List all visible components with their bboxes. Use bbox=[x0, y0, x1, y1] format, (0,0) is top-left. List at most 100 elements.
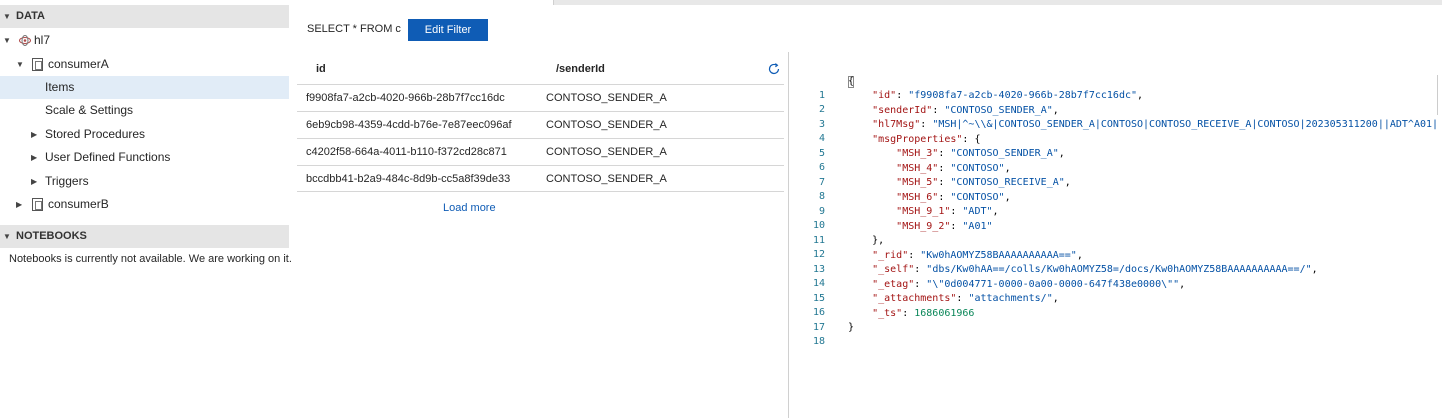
code-line: 16 "_attachments": "attachments/", bbox=[789, 292, 1059, 318]
json-value: "CONTOSO_RECEIVE_A" bbox=[950, 177, 1065, 188]
udf-label: User Defined Functions bbox=[45, 150, 171, 164]
tab-strip bbox=[289, 0, 1442, 5]
json-brace: { bbox=[848, 76, 855, 87]
code-line: 17 "_ts": 1686061966 bbox=[789, 307, 975, 333]
json-brace: }, bbox=[872, 235, 885, 246]
code-line: 18 } bbox=[789, 321, 854, 347]
json-value: "A01" bbox=[962, 220, 993, 232]
json-key: "MSH_9_2" bbox=[896, 220, 951, 232]
json-brace: { bbox=[974, 133, 981, 145]
json-key: "_etag" bbox=[872, 278, 915, 290]
column-header-senderid[interactable]: /senderId bbox=[556, 63, 605, 75]
caret-down-icon: ▼ bbox=[16, 60, 24, 69]
table-row[interactable]: c4202f58-664a-4011-b110-f372cd28c871 CON… bbox=[297, 138, 784, 165]
tree-item-items[interactable]: Items bbox=[0, 76, 289, 99]
items-label: Items bbox=[45, 80, 75, 94]
tree-item-database-hl7[interactable]: ▼ hl7 bbox=[0, 29, 289, 52]
cell-senderid: CONTOSO_SENDER_A bbox=[546, 146, 667, 158]
notebooks-message: Notebooks is currently not available. We… bbox=[9, 253, 292, 265]
caret-down-icon: ▼ bbox=[3, 12, 11, 21]
cell-id: bccdbb41-b2a9-484c-8d9b-cc5a8f39de33 bbox=[306, 173, 511, 185]
code-line: 2 "id": "f9908fa7-a2cb-4020-966b-28b7f7c… bbox=[789, 89, 1143, 115]
json-value: "CONTOSO_SENDER_A" bbox=[944, 104, 1053, 116]
code-line: 3 "senderId": "CONTOSO_SENDER_A", bbox=[789, 104, 1059, 130]
json-value: "CONTOSO_SENDER_A" bbox=[950, 148, 1059, 159]
code-line: 15 "_etag": "\"0d004771-0000-0a00-0000-6… bbox=[789, 278, 1185, 304]
table-row[interactable]: f9908fa7-a2cb-4020-966b-28b7f7cc16dc CON… bbox=[297, 84, 784, 111]
tree-item-stored-procedures[interactable]: ▶ Stored Procedures bbox=[0, 123, 289, 146]
column-header-id[interactable]: id bbox=[316, 63, 326, 75]
json-key: "MSH_5" bbox=[896, 177, 939, 188]
data-section-label: DATA bbox=[16, 10, 45, 22]
json-number-value: 1686061966 bbox=[914, 307, 975, 319]
database-label: hl7 bbox=[34, 33, 51, 47]
json-key: "_self" bbox=[872, 264, 915, 275]
table-row[interactable]: 6eb9cb98-4359-4cdd-b76e-7e87eec096af CON… bbox=[297, 111, 784, 138]
json-key: "senderId" bbox=[872, 104, 933, 116]
tree-item-collection-consumerA[interactable]: ▼ consumerA bbox=[0, 53, 289, 76]
json-key: "MSH_9_1" bbox=[896, 206, 951, 217]
code-line: 14 "_self": "dbs/Kw0hAA==/colls/Kw0hAOMY… bbox=[789, 263, 1318, 289]
cell-senderid: CONTOSO_SENDER_A bbox=[546, 92, 667, 104]
json-brace: } bbox=[848, 322, 855, 333]
collection-icon bbox=[32, 58, 43, 71]
data-section-header[interactable]: ▼ DATA bbox=[0, 5, 289, 28]
json-key: "id" bbox=[872, 90, 897, 101]
json-value: "dbs/Kw0hAA==/colls/Kw0hAOMYZ58=/docs/Kw… bbox=[926, 264, 1312, 275]
json-key: "MSH_4" bbox=[896, 162, 939, 174]
tree-item-triggers[interactable]: ▶ Triggers bbox=[0, 170, 289, 193]
load-more-link[interactable]: Load more bbox=[443, 202, 496, 214]
code-line: 6 "MSH_3": "CONTOSO_SENDER_A", bbox=[789, 147, 1065, 173]
code-line: 7 "MSH_4": "CONTOSO", bbox=[789, 162, 1011, 188]
resource-tree: ▼ DATA ▼ hl7 ▼ consumerA Items Scale & S… bbox=[0, 0, 292, 418]
cell-senderid: CONTOSO_SENDER_A bbox=[546, 119, 667, 131]
caret-down-icon: ▼ bbox=[3, 232, 11, 241]
json-editor[interactable]: 1 { 2 "id": "f9908fa7-a2cb-4020-966b-28b… bbox=[789, 75, 1439, 418]
json-value: "MSH|^~\\&|CONTOSO_SENDER_A|CONTOSO|CONT… bbox=[932, 119, 1439, 130]
edit-filter-button[interactable]: Edit Filter bbox=[408, 19, 488, 41]
tree-item-collection-consumerB[interactable]: ▶ consumerB bbox=[0, 193, 289, 216]
editor-scrollbar[interactable] bbox=[1437, 75, 1440, 115]
json-value: "CONTOSO" bbox=[950, 162, 1005, 174]
code-line: 10 "MSH_9_1": "ADT", bbox=[789, 205, 999, 231]
json-key: "MSH_6" bbox=[896, 191, 939, 203]
caret-right-icon: ▶ bbox=[16, 200, 23, 209]
notebooks-section-header[interactable]: ▼ NOTEBOOKS bbox=[0, 225, 289, 248]
json-key: "hl7Msg" bbox=[872, 119, 921, 130]
refresh-icon[interactable] bbox=[767, 62, 781, 76]
scale-settings-label: Scale & Settings bbox=[45, 103, 134, 117]
json-key: "_rid" bbox=[872, 249, 909, 261]
caret-down-icon: ▼ bbox=[3, 36, 11, 45]
json-value: "Kw0hAOMYZ58BAAAAAAAAAA==" bbox=[920, 249, 1077, 261]
code-line: 12 }, bbox=[789, 234, 884, 260]
notebooks-section-label: NOTEBOOKS bbox=[16, 230, 87, 242]
json-value: "\"0d004771-0000-0a00-0000-647f438e0000\… bbox=[926, 278, 1180, 290]
cell-id: f9908fa7-a2cb-4020-966b-28b7f7cc16dc bbox=[306, 92, 505, 104]
code-line: 8 "MSH_5": "CONTOSO_RECEIVE_A", bbox=[789, 176, 1071, 202]
code-line: 11 "MSH_9_2": "A01" bbox=[789, 220, 993, 246]
tree-item-user-defined-functions[interactable]: ▶ User Defined Functions bbox=[0, 146, 289, 169]
tree-item-scale-settings[interactable]: Scale & Settings bbox=[0, 99, 289, 122]
cell-senderid: CONTOSO_SENDER_A bbox=[546, 173, 667, 185]
line-number: 18 bbox=[812, 336, 825, 347]
json-key: "MSH_3" bbox=[896, 148, 939, 159]
caret-right-icon: ▶ bbox=[31, 130, 38, 139]
json-value: "ADT" bbox=[962, 206, 993, 217]
database-icon bbox=[19, 35, 31, 46]
json-value: "f9908fa7-a2cb-4020-966b-28b7f7cc16dc" bbox=[908, 90, 1138, 101]
caret-right-icon: ▶ bbox=[31, 153, 38, 162]
code-line: 5 "msgProperties": { bbox=[789, 133, 981, 159]
triggers-label: Triggers bbox=[45, 174, 89, 188]
json-key: "msgProperties" bbox=[872, 133, 963, 145]
json-key: "_ts" bbox=[872, 307, 903, 319]
collection-icon bbox=[32, 198, 43, 211]
collection-label: consumerA bbox=[48, 57, 109, 71]
collection-label: consumerB bbox=[48, 197, 109, 211]
json-key: "_attachments" bbox=[872, 293, 957, 304]
tab-items[interactable] bbox=[289, 0, 554, 5]
json-value: "CONTOSO" bbox=[950, 191, 1005, 203]
code-line: 4 "hl7Msg": "MSH|^~\\&|CONTOSO_SENDER_A|… bbox=[789, 118, 1439, 144]
code-line: 13 "_rid": "Kw0hAOMYZ58BAAAAAAAAAA==", bbox=[789, 249, 1083, 275]
table-row[interactable]: bccdbb41-b2a9-484c-8d9b-cc5a8f39de33 CON… bbox=[297, 165, 784, 192]
stored-procedures-label: Stored Procedures bbox=[45, 127, 146, 141]
